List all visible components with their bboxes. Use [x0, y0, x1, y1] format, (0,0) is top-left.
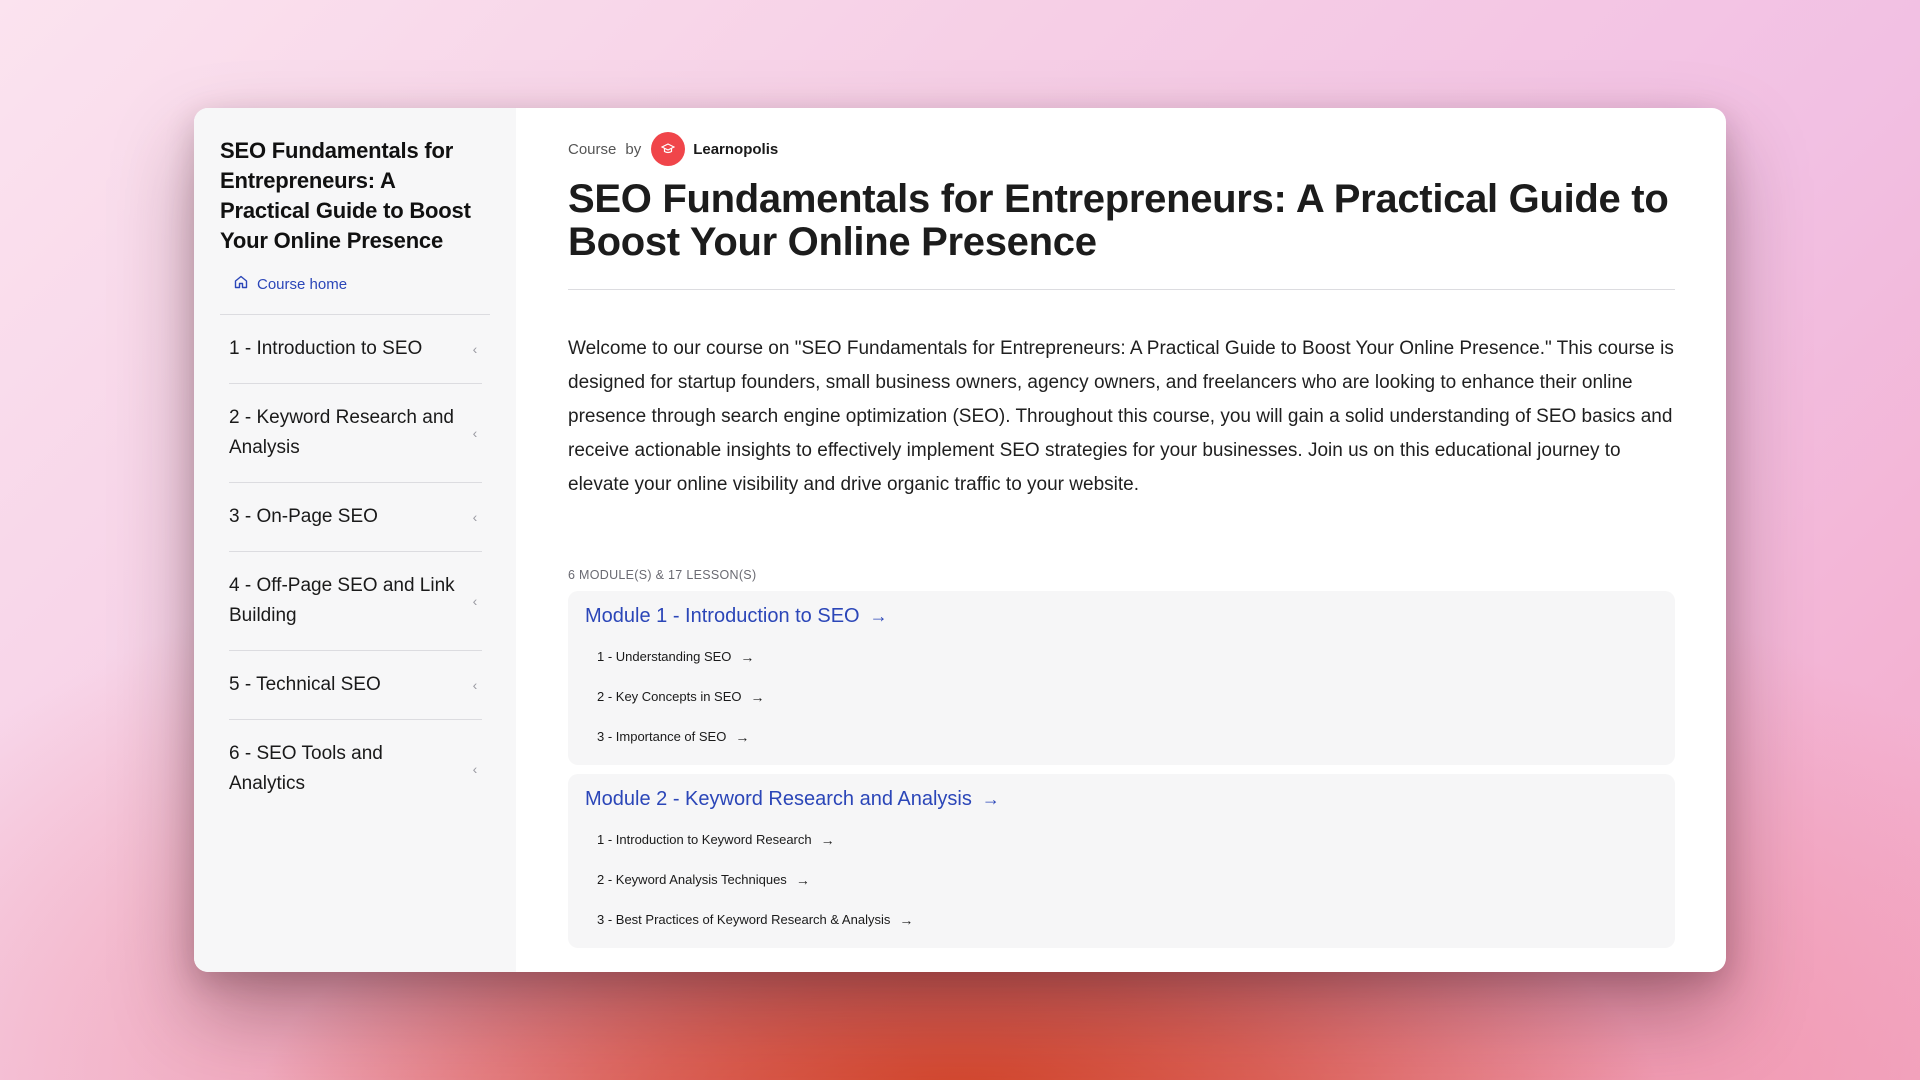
- chevron-left-icon[interactable]: ‹: [468, 418, 482, 448]
- lesson-link[interactable]: 2 - Keyword Analysis Techniques →: [597, 860, 1658, 900]
- arrow-right-icon: →: [795, 872, 810, 888]
- module-lesson-count: 6 MODULE(S) & 17 LESSON(S): [568, 568, 757, 582]
- arrow-right-icon: →: [820, 832, 835, 848]
- course-label: Course: [568, 140, 617, 158]
- sidebar-item-module-2[interactable]: 2 - Keyword Research and Analysis ‹: [229, 384, 482, 483]
- by-label: by: [625, 140, 642, 158]
- sidebar-item-label: 1 - Introduction to SEO: [229, 338, 423, 359]
- chevron-left-icon[interactable]: ‹: [468, 502, 482, 532]
- arrow-right-icon: →: [740, 649, 755, 665]
- lesson-title: 1 - Introduction to Keyword Research: [597, 832, 812, 847]
- lesson-title: 2 - Key Concepts in SEO: [597, 689, 742, 704]
- arrow-right-icon: →: [750, 689, 765, 705]
- chevron-left-icon[interactable]: ‹: [468, 334, 482, 364]
- sidebar-item-label: 4 - Off-Page SEO and Link Building: [229, 575, 455, 626]
- sidebar-item-module-5[interactable]: 5 - Technical SEO ‹: [229, 651, 482, 720]
- sidebar-item-module-1[interactable]: 1 - Introduction to SEO ‹: [229, 315, 482, 384]
- chevron-left-icon[interactable]: ‹: [468, 754, 482, 784]
- lesson-link[interactable]: 1 - Understanding SEO →: [597, 637, 1658, 677]
- lesson-title: 1 - Understanding SEO: [597, 649, 732, 664]
- page-title: SEO Fundamentals for Entrepreneurs: A Pr…: [568, 177, 1669, 264]
- sidebar-module-list: 1 - Introduction to SEO ‹ 2 - Keyword Re…: [229, 315, 482, 818]
- module-card: Module 1 - Introduction to SEO → 1 - Und…: [568, 591, 1675, 765]
- course-byline: Course by Learnopolis: [568, 132, 1675, 166]
- lesson-list: 1 - Introduction to Keyword Research → 2…: [585, 820, 1658, 940]
- sidebar-item-label: 5 - Technical SEO: [229, 674, 381, 695]
- module-title: Module 1 - Introduction to SEO: [585, 605, 860, 627]
- main-content: Course by Learnopolis SEO Fundamentals f…: [516, 108, 1726, 972]
- module-title-link[interactable]: Module 2 - Keyword Research and Analysis…: [585, 786, 1658, 812]
- course-description: Welcome to our course on "SEO Fundamenta…: [568, 338, 1674, 495]
- module-card: Module 2 - Keyword Research and Analysis…: [568, 774, 1675, 948]
- author-avatar[interactable]: [651, 132, 686, 166]
- app-window: SEO Fundamentals for Entrepreneurs: A Pr…: [194, 108, 1726, 972]
- sidebar-item-label: 2 - Keyword Research and Analysis: [229, 407, 454, 458]
- lesson-link[interactable]: 2 - Key Concepts in SEO →: [597, 677, 1658, 717]
- sidebar-item-module-4[interactable]: 4 - Off-Page SEO and Link Building ‹: [229, 552, 482, 651]
- lesson-title: 2 - Keyword Analysis Techniques: [597, 872, 787, 887]
- course-home-link[interactable]: Course home: [220, 274, 490, 315]
- lesson-link[interactable]: 3 - Importance of SEO →: [597, 717, 1658, 757]
- arrow-right-icon: →: [899, 912, 914, 928]
- lesson-title: 3 - Importance of SEO: [597, 729, 727, 744]
- sidebar: SEO Fundamentals for Entrepreneurs: A Pr…: [194, 108, 516, 972]
- arrow-right-icon: →: [735, 729, 750, 745]
- lesson-list: 1 - Understanding SEO → 2 - Key Concepts…: [585, 637, 1658, 757]
- sidebar-course-title: SEO Fundamentals for Entrepreneurs: A Pr…: [220, 138, 471, 253]
- home-icon: [233, 274, 249, 294]
- author-name[interactable]: Learnopolis: [693, 141, 778, 158]
- sidebar-item-label: 6 - SEO Tools and Analytics: [229, 743, 383, 794]
- title-divider: [568, 289, 1675, 290]
- sidebar-item-label: 3 - On-Page SEO: [229, 506, 378, 527]
- sidebar-item-module-6[interactable]: 6 - SEO Tools and Analytics ‹: [229, 720, 482, 818]
- graduation-cap-icon: [661, 143, 676, 154]
- course-home-label: Course home: [257, 275, 348, 293]
- arrow-right-icon: →: [869, 606, 888, 626]
- arrow-right-icon: →: [981, 789, 1000, 809]
- chevron-left-icon[interactable]: ‹: [468, 586, 482, 616]
- lesson-title: 3 - Best Practices of Keyword Research &…: [597, 912, 891, 927]
- chevron-left-icon[interactable]: ‹: [468, 670, 482, 700]
- sidebar-item-module-3[interactable]: 3 - On-Page SEO ‹: [229, 483, 482, 552]
- module-title: Module 2 - Keyword Research and Analysis: [585, 788, 972, 810]
- module-title-link[interactable]: Module 1 - Introduction to SEO →: [585, 603, 1658, 629]
- lesson-link[interactable]: 1 - Introduction to Keyword Research →: [597, 820, 1658, 860]
- lesson-link[interactable]: 3 - Best Practices of Keyword Research &…: [597, 900, 1658, 940]
